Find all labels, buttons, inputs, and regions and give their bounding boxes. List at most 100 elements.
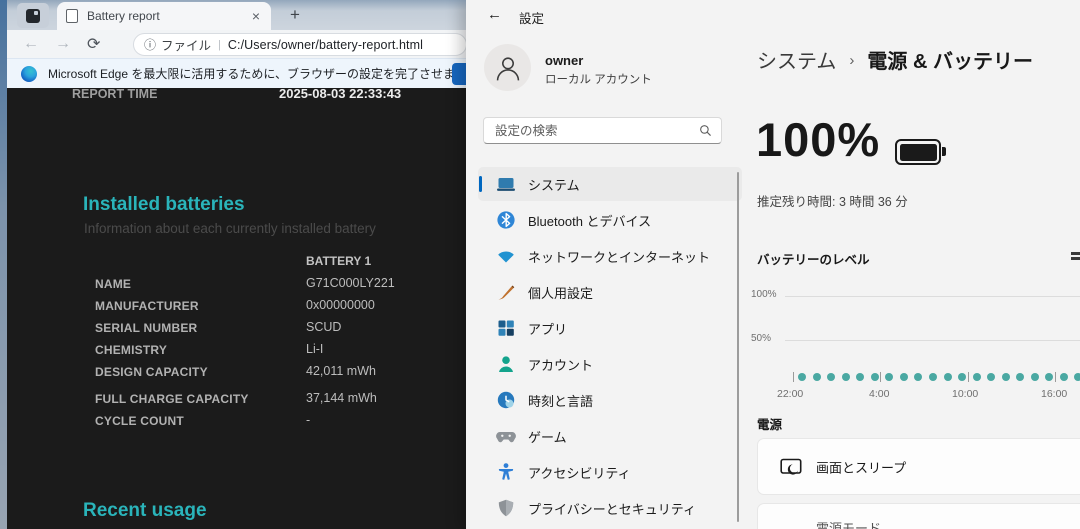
address-bar[interactable]: ⓘ ファイル | C:/Users/owner/battery-report.h…: [133, 33, 466, 56]
selected-accent-bar: [479, 176, 482, 192]
battery-level-chart-title: バッテリーのレベル: [757, 253, 870, 267]
report-row-label: SERIAL NUMBER: [95, 321, 198, 335]
battery-level-dot: [1016, 373, 1025, 381]
battery-level-dot: [841, 373, 850, 381]
battery-level-dot: [928, 373, 937, 381]
sidebar-scrollbar[interactable]: [737, 172, 739, 522]
system-icon: [497, 178, 515, 191]
recent-usage-heading: Recent usage: [83, 500, 207, 521]
settings-search-input[interactable]: [484, 123, 699, 138]
tab-title: Battery report: [87, 9, 160, 23]
report-row-value: Li-I: [306, 342, 324, 356]
search-icon[interactable]: [699, 124, 712, 137]
screen-sleep-card[interactable]: 画面とスリープ: [757, 438, 1080, 495]
sidebar-item-accessibility[interactable]: アクセシビリティ: [478, 455, 742, 489]
page-info-icon[interactable]: ⓘ: [144, 36, 156, 53]
x-axis-label: 16:00: [1041, 388, 1068, 400]
breadcrumb-system[interactable]: システム: [757, 45, 836, 74]
y-axis-label: 100%: [751, 289, 777, 300]
battery-level-dot: [943, 373, 952, 381]
battery-level-dot: [856, 373, 865, 381]
settings-window: ← 設定 owner ローカル アカウント システム: [466, 0, 1080, 529]
forward-icon[interactable]: →: [55, 35, 71, 53]
sidebar-item-label: プライバシーとセキュリティ: [528, 501, 696, 517]
sidebar-item-label: システム: [528, 177, 580, 193]
sidebar-item-privacy-security[interactable]: プライバシーとセキュリティ: [478, 491, 742, 525]
page-favicon-icon: [66, 9, 78, 23]
report-row-label: DESIGN CAPACITY: [95, 365, 208, 379]
tab-actions-icon: [26, 8, 40, 23]
report-time-label: REPORT TIME: [72, 88, 158, 101]
edge-browser-window: Battery report × + ← → ⟳ ⓘ ファイル | C:/Use…: [0, 0, 466, 529]
battery-level-dot: [958, 373, 967, 381]
person-icon: [496, 56, 519, 80]
installed-batteries-subtitle: Information about each currently install…: [84, 221, 376, 236]
battery-level-dot: [987, 373, 996, 381]
game-controller-icon: [496, 432, 516, 443]
settings-search-box[interactable]: [483, 117, 722, 144]
address-divider: |: [218, 38, 221, 51]
address-scheme-label: ファイル: [161, 39, 212, 53]
back-icon[interactable]: ←: [23, 35, 39, 53]
profile-account-type: ローカル アカウント: [545, 74, 652, 86]
battery-level-dot: [914, 373, 923, 381]
screen-sleep-label: 画面とスリープ: [816, 460, 907, 475]
battery-level-dot: [1030, 373, 1039, 381]
clipped-ui-element: [1071, 250, 1080, 262]
breadcrumb-separator: ›: [849, 52, 855, 69]
screenshot-root: Battery report × + ← → ⟳ ⓘ ファイル | C:/Use…: [0, 0, 1080, 529]
settings-back-icon[interactable]: ←: [487, 6, 502, 23]
browser-tab[interactable]: Battery report ×: [57, 2, 271, 30]
wifi-icon: [498, 251, 514, 263]
profile-name: owner: [545, 53, 584, 68]
x-axis-label: 4:00: [869, 388, 890, 400]
power-section-title: 電源: [757, 418, 783, 432]
report-row-label: NAME: [95, 277, 132, 291]
power-mode-card[interactable]: 電源モード: [757, 503, 1080, 529]
accessibility-person-icon: [498, 463, 514, 480]
sidebar-item-time-language[interactable]: 時刻と言語: [478, 383, 742, 417]
sidebar-item-gaming[interactable]: ゲーム: [478, 419, 742, 453]
battery-level-dot: [827, 373, 836, 381]
banner-message: Microsoft Edge を最大限に活用するために、ブラウザーの設定を完了さ…: [48, 67, 466, 81]
tab-close-icon[interactable]: ×: [250, 8, 262, 24]
sidebar-item-bluetooth-devices[interactable]: Bluetooth とデバイス: [478, 203, 742, 237]
account-person-icon: [499, 356, 513, 372]
edge-setup-banner: Microsoft Edge を最大限に活用するために、ブラウザーの設定を完了さ…: [7, 58, 466, 88]
sidebar-item-label: アクセシビリティ: [528, 465, 631, 481]
battery-level-dot: [1074, 373, 1080, 381]
battery-level-dot: [1059, 373, 1068, 381]
shield-icon: [498, 499, 514, 517]
x-axis-label: 22:00: [777, 388, 804, 400]
refresh-icon[interactable]: ⟳: [87, 34, 100, 54]
desktop-edge-strip: [0, 0, 7, 529]
battery-level-dot: [1001, 373, 1010, 381]
banner-action-button[interactable]: [452, 63, 466, 85]
chart-dots-row: [785, 369, 1080, 387]
browser-toolbar: ← → ⟳ ⓘ ファイル | C:/Users/owner/battery-re…: [7, 30, 466, 58]
battery-level-dot: [1045, 373, 1054, 381]
x-axis-tick: [968, 372, 969, 382]
report-row-value: 42,011 mWh: [306, 364, 376, 378]
battery-level-dot: [812, 373, 821, 381]
sidebar-item-apps[interactable]: アプリ: [478, 311, 742, 345]
battery-level-dot: [972, 373, 981, 381]
tab-actions-button[interactable]: [17, 3, 49, 28]
report-row-label: FULL CHARGE CAPACITY: [95, 392, 249, 406]
y-axis-label: 50%: [751, 333, 772, 344]
x-axis-tick: [793, 372, 794, 382]
user-avatar[interactable]: [484, 44, 531, 91]
sidebar-item-label: 時刻と言語: [528, 393, 594, 409]
estimated-time-remaining: 推定残り時間: 3 時間 36 分: [757, 195, 908, 209]
sidebar-item-personalization[interactable]: 個人用設定: [478, 275, 742, 309]
tab-strip: Battery report × +: [7, 0, 466, 30]
gridline-100: [785, 296, 1080, 297]
sidebar-item-system[interactable]: システム: [478, 167, 742, 201]
new-tab-button[interactable]: +: [283, 4, 307, 26]
sidebar-item-accounts[interactable]: アカウント: [478, 347, 742, 381]
battery-report-page: REPORT TIME 2025-08-03 22:33:43 Installe…: [7, 88, 466, 529]
sidebar-item-label: Bluetooth とデバイス: [528, 213, 652, 229]
battery-level-dot: [798, 373, 806, 381]
sidebar-item-label: アプリ: [528, 321, 568, 337]
sidebar-item-network-internet[interactable]: ネットワークとインターネット: [478, 239, 742, 273]
